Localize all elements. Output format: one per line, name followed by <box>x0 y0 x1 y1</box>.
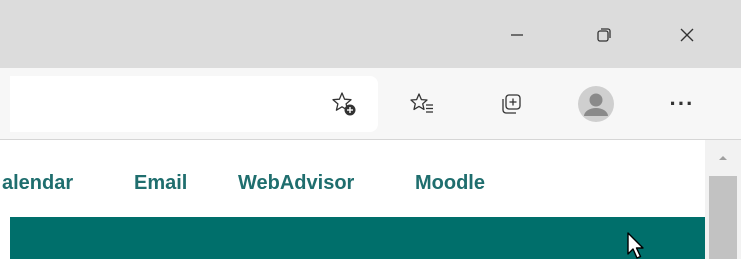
mouse-cursor-icon <box>627 232 644 259</box>
favorites-button[interactable] <box>400 82 444 126</box>
browser-title-bar <box>0 0 741 68</box>
header-band <box>10 217 705 259</box>
nav-link-email[interactable]: Email <box>134 172 187 195</box>
chevron-up-icon <box>719 156 727 160</box>
minimize-icon <box>511 34 523 36</box>
add-favorite-button[interactable] <box>322 82 366 126</box>
nav-link-calendar[interactable]: alendar <box>2 172 73 195</box>
browser-toolbar: ··· <box>0 68 741 140</box>
restore-button[interactable] <box>581 12 627 58</box>
collections-icon <box>502 94 521 114</box>
vertical-scrollbar[interactable] <box>705 140 741 259</box>
nav-link-webadvisor[interactable]: WebAdvisor <box>238 172 354 195</box>
settings-menu-button[interactable]: ··· <box>660 82 704 126</box>
minimize-button[interactable] <box>494 12 540 58</box>
collections-button[interactable] <box>489 82 533 126</box>
restore-icon <box>597 28 611 42</box>
nav-link-moodle[interactable]: Moodle <box>415 172 485 195</box>
favorites-list-icon <box>410 93 433 113</box>
address-bar[interactable] <box>10 76 378 132</box>
scroll-up-button[interactable] <box>705 148 741 168</box>
page-content: alendar Email WebAdvisor Moodle <box>0 140 705 259</box>
close-icon <box>680 28 694 42</box>
close-button[interactable] <box>664 12 710 58</box>
star-plus-icon <box>332 92 356 116</box>
profile-avatar-icon <box>578 86 614 122</box>
scroll-thumb[interactable] <box>709 176 737 259</box>
profile-button[interactable] <box>574 82 618 126</box>
